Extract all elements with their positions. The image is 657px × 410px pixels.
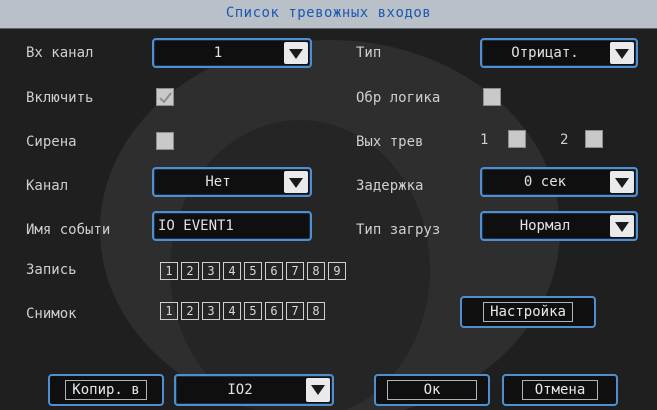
copy-target-select[interactable]: IO2 xyxy=(174,374,334,406)
record-channel-1[interactable]: 1 xyxy=(160,262,178,280)
cancel-button[interactable]: Отмена xyxy=(502,374,618,406)
type-label: Тип xyxy=(356,45,382,61)
record-channel-4[interactable]: 4 xyxy=(223,262,241,280)
delay-label: Задержка xyxy=(356,178,424,194)
kanal-value: Нет xyxy=(205,174,231,190)
record-channel-6[interactable]: 6 xyxy=(265,262,283,280)
record-channel-7[interactable]: 7 xyxy=(286,262,304,280)
load-type-select[interactable]: Нормал xyxy=(480,211,638,241)
snapshot-channel-4[interactable]: 4 xyxy=(223,302,241,320)
event-name-input[interactable]: IO EVENT1 xyxy=(152,211,312,241)
copy-target-value: IO2 xyxy=(227,382,253,398)
settings-button-label: Настройка xyxy=(483,302,573,322)
enable-label: Включить xyxy=(26,90,94,106)
chevron-down-icon[interactable] xyxy=(610,42,634,64)
alarm-out-2-label: 2 xyxy=(560,132,569,148)
record-channel-3[interactable]: 3 xyxy=(202,262,220,280)
input-channel-select[interactable]: 1 xyxy=(152,38,312,68)
alarm-out-1-label: 1 xyxy=(480,132,489,148)
siren-checkbox[interactable] xyxy=(156,132,174,150)
input-channel-value: 1 xyxy=(213,45,223,61)
dialog-title: Список тревожных входов xyxy=(225,5,432,21)
snapshot-channel-1[interactable]: 1 xyxy=(160,302,178,320)
alarm-input-list-dialog: Список тревожных входов Вх канал 1 Тип О… xyxy=(0,0,657,410)
enable-checkbox[interactable] xyxy=(156,88,174,106)
snapshot-label: Снимок xyxy=(26,306,77,322)
snapshot-channel-3[interactable]: 3 xyxy=(202,302,220,320)
type-value: Отрицат. xyxy=(511,45,579,61)
delay-select[interactable]: 0 сек xyxy=(480,167,638,197)
title-bar: Список тревожных входов xyxy=(0,0,657,29)
snapshot-channel-7[interactable]: 7 xyxy=(286,302,304,320)
snapshot-channel-6[interactable]: 6 xyxy=(265,302,283,320)
chevron-down-icon[interactable] xyxy=(610,215,634,237)
chevron-down-icon[interactable] xyxy=(610,171,634,193)
ok-button-label: Ок xyxy=(386,380,478,400)
load-type-label: Тип загруз xyxy=(356,222,441,238)
chevron-down-icon[interactable] xyxy=(284,171,308,193)
siren-label: Сирена xyxy=(26,134,77,150)
checkmark-icon xyxy=(159,92,172,104)
snapshot-channel-2[interactable]: 2 xyxy=(181,302,199,320)
record-channel-2[interactable]: 2 xyxy=(181,262,199,280)
alarm-out-1-checkbox[interactable] xyxy=(508,130,526,148)
type-select[interactable]: Отрицат. xyxy=(480,38,638,68)
record-channel-8[interactable]: 8 xyxy=(307,262,325,280)
copy-to-button[interactable]: Копир. в xyxy=(48,374,164,406)
alarm-out-label: Вых трев xyxy=(356,134,424,150)
copy-to-button-label: Копир. в xyxy=(65,380,147,400)
record-channel-5[interactable]: 5 xyxy=(244,262,262,280)
delay-value: 0 сек xyxy=(523,174,567,190)
reverse-logic-checkbox[interactable] xyxy=(483,88,501,106)
event-name-value: IO EVENT1 xyxy=(158,218,234,234)
chevron-down-icon[interactable] xyxy=(284,42,308,64)
kanal-label: Канал xyxy=(26,178,69,194)
record-label: Запись xyxy=(26,262,77,278)
cancel-button-label: Отмена xyxy=(521,380,599,400)
record-channel-9[interactable]: 9 xyxy=(328,262,346,280)
kanal-select[interactable]: Нет xyxy=(152,167,312,197)
alarm-out-2-checkbox[interactable] xyxy=(585,130,603,148)
ok-button[interactable]: Ок xyxy=(374,374,490,406)
input-channel-label: Вх канал xyxy=(26,45,94,61)
snapshot-channel-8[interactable]: 8 xyxy=(307,302,325,320)
load-type-value: Нормал xyxy=(519,218,571,234)
settings-button[interactable]: Настройка xyxy=(460,296,596,328)
reverse-logic-label: Обр логика xyxy=(356,90,441,106)
chevron-down-icon[interactable] xyxy=(306,378,330,402)
snapshot-channel-5[interactable]: 5 xyxy=(244,302,262,320)
event-name-label: Имя событи xyxy=(26,222,111,238)
